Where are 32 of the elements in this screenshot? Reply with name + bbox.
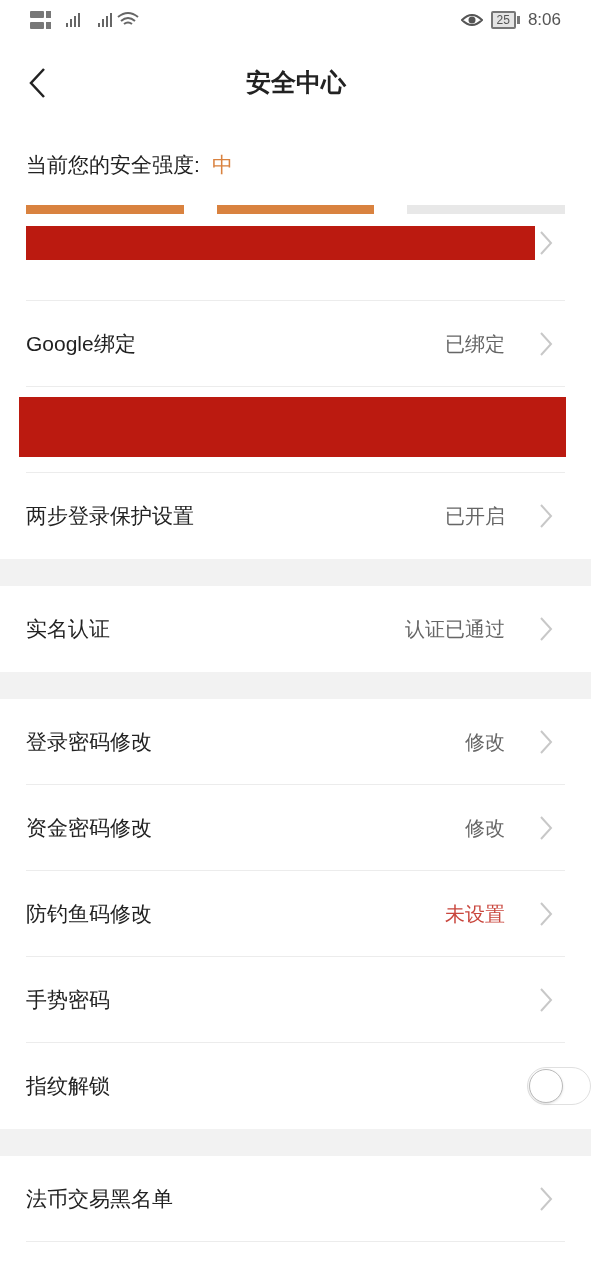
battery-level: 25 bbox=[490, 11, 516, 29]
row-label[interactable]: 资金密码修改 bbox=[26, 811, 152, 844]
signal-icon bbox=[30, 9, 140, 31]
row-value: 认证已通过 bbox=[405, 617, 505, 642]
row-label: 指纹解锁 bbox=[26, 1073, 110, 1100]
row-value: 修改 bbox=[465, 729, 505, 755]
chevron-right-icon bbox=[539, 728, 553, 755]
page-title: 安全中心 bbox=[245, 66, 346, 98]
row-value: 修改 bbox=[465, 815, 505, 841]
row-value: 已绑定 bbox=[445, 331, 505, 357]
chevron-right-icon bbox=[539, 503, 553, 529]
chevron-right-icon bbox=[539, 616, 553, 642]
chevron-right-icon bbox=[539, 229, 553, 256]
row-label[interactable]: 法币交易黑名单 bbox=[26, 1182, 173, 1215]
row-value: 未设置 bbox=[445, 901, 505, 927]
row-label[interactable]: 防钓鱼码修改 bbox=[26, 897, 152, 930]
chevron-right-icon bbox=[539, 986, 553, 1013]
clock-time: 8:06 bbox=[527, 9, 561, 32]
chevron-right-icon bbox=[539, 1185, 553, 1212]
eye-icon bbox=[460, 13, 483, 27]
row-label[interactable]: 登录密码修改 bbox=[26, 725, 152, 758]
strength-value: 中 bbox=[211, 152, 233, 179]
chevron-right-icon bbox=[539, 814, 553, 841]
strength-label: 当前您的安全强度: bbox=[26, 152, 200, 179]
row-label[interactable]: 两步登录保护设置 bbox=[26, 500, 194, 532]
chevron-right-icon bbox=[539, 900, 553, 927]
row-label[interactable]: Google绑定 bbox=[26, 327, 136, 360]
chevron-right-icon bbox=[539, 330, 553, 357]
row-label[interactable]: 手势密码 bbox=[26, 983, 110, 1016]
row-value: 已开启 bbox=[445, 504, 505, 529]
toggle-switch[interactable] bbox=[527, 1067, 591, 1105]
row-label[interactable]: 实名认证 bbox=[26, 613, 110, 645]
